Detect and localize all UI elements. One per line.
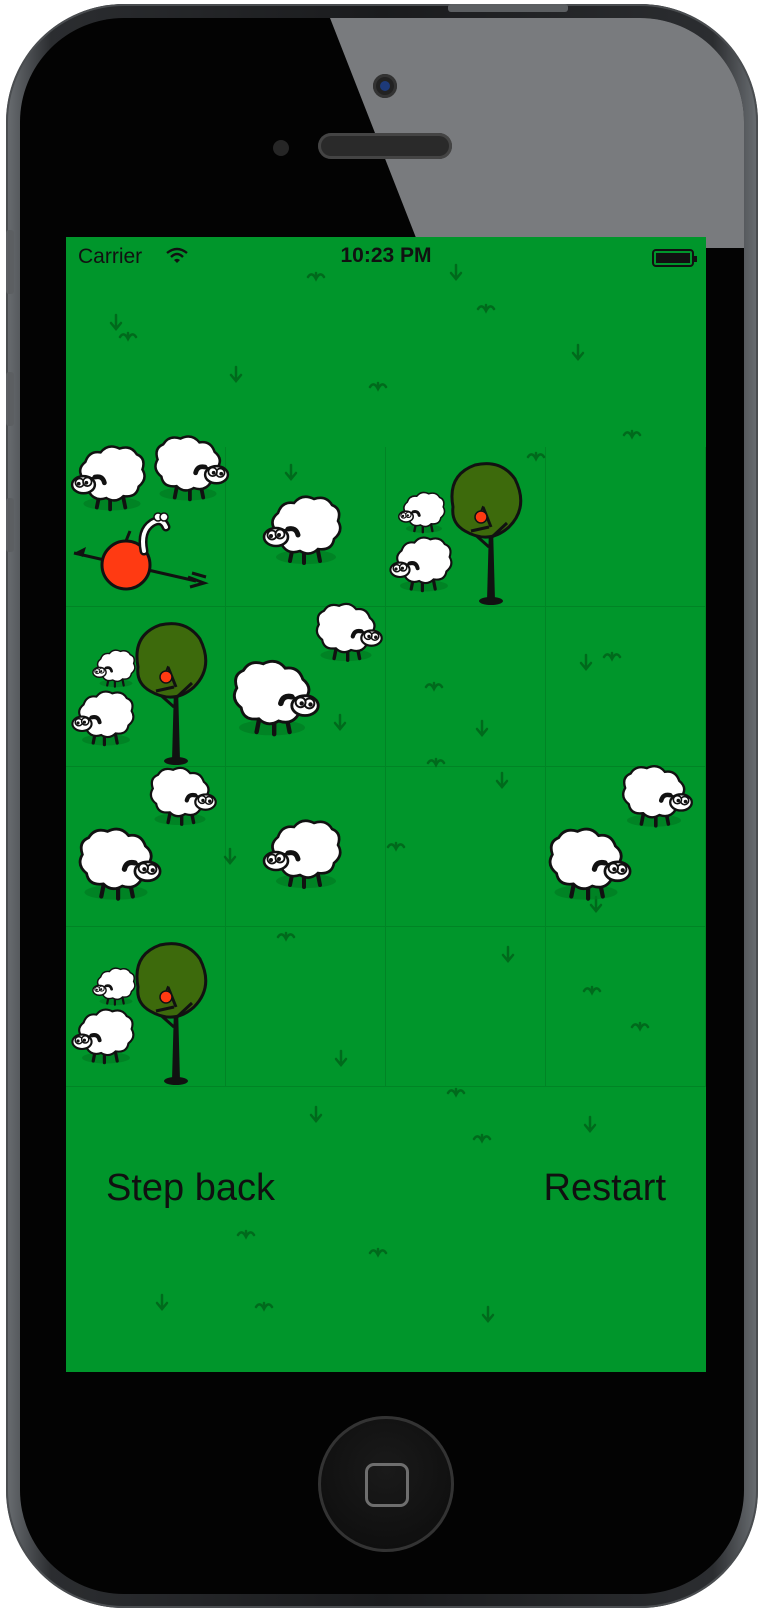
step-back-button[interactable]: Step back: [106, 1167, 275, 1210]
grass-tuft: [583, 1115, 597, 1133]
grass-tuft: [236, 1229, 256, 1240]
grass-tuft: [309, 1105, 323, 1123]
power-button: [448, 4, 568, 12]
grass-tuft: [229, 365, 243, 383]
grass-tuft: [118, 331, 138, 342]
board-cell[interactable]: [226, 607, 386, 767]
grass-tuft: [622, 429, 642, 440]
volume-down-button: [6, 498, 14, 552]
restart-button[interactable]: Restart: [544, 1167, 666, 1210]
game-screen: Carrier 10:23 PM Step back Restart: [66, 237, 706, 1372]
board-cell[interactable]: [386, 607, 546, 767]
board-cell[interactable]: [226, 767, 386, 927]
board-cell[interactable]: [66, 767, 226, 927]
grass-tuft: [109, 313, 123, 331]
home-square-icon: [365, 1463, 409, 1507]
board-cell[interactable]: [66, 607, 226, 767]
grass-tuft: [368, 381, 388, 392]
front-camera: [373, 74, 397, 98]
proximity-sensor: [273, 140, 289, 156]
home-button[interactable]: [318, 1416, 454, 1552]
grass-tuft: [476, 303, 496, 314]
board-cell[interactable]: [546, 607, 706, 767]
board-cell[interactable]: [546, 447, 706, 607]
earpiece-speaker: [318, 133, 452, 159]
board-cell[interactable]: [226, 927, 386, 1087]
volume-up-button: [6, 372, 14, 426]
grass-tuft: [571, 343, 585, 361]
board-cell[interactable]: [386, 767, 546, 927]
status-bar: Carrier 10:23 PM: [66, 237, 706, 277]
battery-icon: [652, 249, 697, 267]
board-cell[interactable]: [546, 927, 706, 1087]
grass-tuft: [472, 1133, 492, 1144]
grass-tuft: [155, 1293, 169, 1311]
grass-tuft: [446, 1087, 466, 1098]
mute-switch: [6, 230, 14, 294]
board-cell[interactable]: [226, 447, 386, 607]
grass-tuft: [254, 1301, 274, 1312]
board-cell[interactable]: [546, 767, 706, 927]
board-cell[interactable]: [386, 447, 546, 607]
grass-tuft: [368, 1247, 388, 1258]
status-time: 10:23 PM: [340, 244, 432, 267]
grass-tuft: [481, 1305, 495, 1323]
game-board[interactable]: [66, 447, 706, 1087]
board-cell[interactable]: [386, 927, 546, 1087]
board-cell[interactable]: [66, 927, 226, 1087]
board-cell[interactable]: [66, 447, 226, 607]
